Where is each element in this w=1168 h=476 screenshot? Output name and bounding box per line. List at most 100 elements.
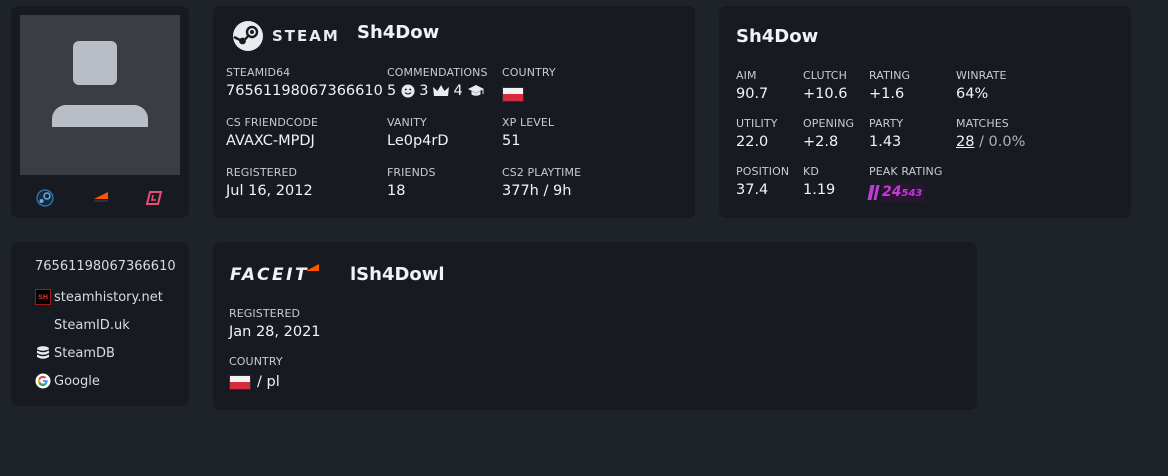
position-stat: POSITION 37.4	[736, 165, 789, 199]
kd-value: 1.19	[803, 182, 836, 198]
leetify-profile-link[interactable]	[145, 188, 165, 208]
party-stat: PARTY 1.43	[869, 117, 903, 151]
aim-stat: AIM 90.7	[736, 69, 768, 103]
teacher-count: 4	[453, 83, 463, 99]
friends-field: FRIENDS 18	[387, 166, 436, 200]
poland-flag-icon	[502, 86, 524, 102]
steamid64-value[interactable]: 76561198067366610	[226, 82, 383, 100]
clutch-label: CLUTCH	[803, 69, 847, 82]
position-label: POSITION	[736, 165, 790, 178]
friendcode-value[interactable]: AVAXC-MPDJ	[226, 132, 318, 150]
steam-icon	[36, 189, 54, 207]
faceit-registered-field: REGISTERED Jan 28, 2021	[229, 307, 321, 341]
friendcode-field: CS FRIENDCODE AVAXC-MPDJ	[226, 116, 318, 150]
rating-value: +1.6	[869, 86, 905, 102]
peak-rating-small: 543	[901, 188, 923, 199]
avatar	[20, 15, 180, 175]
steamdb-icon	[37, 346, 49, 359]
faceit-profile-link[interactable]	[91, 188, 111, 208]
xp-level-label: XP LEVEL	[502, 116, 555, 129]
steam-username: Sh4Dow	[357, 22, 440, 43]
rating-label: RATING	[869, 69, 911, 82]
commendations-field: COMMENDATIONS 5 3 4	[387, 66, 488, 100]
steam-profile-card: STEAM Sh4Dow STEAMID64 76561198067366610…	[213, 6, 695, 218]
google-link[interactable]: Google	[35, 373, 100, 389]
peak-rating-big: 24	[882, 184, 902, 200]
faceit-icon	[94, 192, 108, 202]
peak-rating-label: PEAK RATING	[869, 165, 943, 178]
opening-stat: OPENING +2.8	[803, 117, 854, 151]
vanity-field: VANITY Le0p4rD	[387, 116, 449, 150]
kd-stat: KD 1.19	[803, 165, 835, 199]
steamhistory-link[interactable]: SH steamhistory.net	[35, 289, 163, 305]
faceit-country-field: COUNTRY / pl	[229, 355, 283, 391]
smiley-icon	[401, 84, 415, 98]
steamhistory-label: steamhistory.net	[54, 289, 163, 305]
faceit-registered-label: REGISTERED	[229, 307, 301, 320]
steamdb-label: SteamDB	[54, 345, 115, 361]
poland-flag-icon	[229, 374, 251, 390]
links-steamid[interactable]: 76561198067366610	[35, 259, 176, 274]
faceit-country-value: / pl	[229, 373, 283, 391]
vanity-label: VANITY	[387, 116, 427, 129]
matches-values: 28 / 0.0%	[956, 133, 1025, 151]
utility-value: 22.0	[736, 134, 769, 150]
steamid64-label: STEAMID64	[226, 66, 291, 79]
commendations-label: COMMENDATIONS	[387, 66, 488, 79]
steamdb-link[interactable]: SteamDB	[35, 345, 115, 361]
google-icon	[35, 373, 51, 389]
steamid-uk-icon	[35, 317, 51, 333]
kd-label: KD	[803, 165, 819, 178]
friendly-count: 5	[387, 83, 397, 99]
faceit-username: lSh4Dowl	[350, 264, 445, 285]
leetify-icon	[145, 191, 163, 205]
peak-rating-badge: 24543	[867, 183, 943, 202]
playtime-value: 377h / 9h	[502, 183, 572, 199]
friends-value: 18	[387, 183, 406, 199]
utility-label: UTILITY	[736, 117, 778, 130]
playtime-label: CS2 PLAYTIME	[502, 166, 582, 179]
friends-label: FRIENDS	[387, 166, 436, 179]
faceit-brand: FACEIT	[230, 265, 309, 285]
matches-stat: MATCHES 28 / 0.0%	[956, 117, 1025, 151]
external-links-card: 76561198067366610 SH steamhistory.net St…	[11, 242, 189, 406]
position-value: 37.4	[736, 182, 769, 198]
faceit-registered-value: Jan 28, 2021	[229, 324, 321, 340]
aim-label: AIM	[736, 69, 757, 82]
opening-label: OPENING	[803, 117, 855, 130]
stats-card: Sh4Dow AIM 90.7 CLUTCH +10.6 RATING +1.6…	[719, 6, 1131, 218]
steam-profile-link[interactable]	[35, 188, 55, 208]
leader-count: 3	[419, 83, 429, 99]
friendcode-label: CS FRIENDCODE	[226, 116, 319, 129]
xp-level-value: 51	[502, 133, 521, 149]
faceit-wordmark: FACEIT	[230, 265, 310, 285]
winrate-stat: WINRATE 64%	[956, 69, 1007, 103]
steam-country-value	[502, 85, 556, 103]
steam-country-field: COUNTRY	[502, 66, 556, 103]
faceit-profile-card: FACEIT lSh4Dowl REGISTERED Jan 28, 2021 …	[213, 242, 977, 410]
vanity-value[interactable]: Le0p4rD	[387, 132, 449, 150]
party-value: 1.43	[869, 134, 902, 150]
playtime-field: CS2 PLAYTIME 377h / 9h	[502, 166, 581, 200]
steamid-uk-link[interactable]: SteamID.uk	[35, 317, 130, 333]
crown-icon	[433, 85, 450, 96]
matches-count-link[interactable]: 28	[956, 134, 974, 150]
steam-brand: STEAM	[232, 20, 340, 52]
aim-value: 90.7	[736, 86, 769, 102]
steamid-uk-label: SteamID.uk	[54, 317, 130, 333]
peak-rating-stat: PEAK RATING 24543	[867, 165, 943, 202]
steamid64-field: STEAMID64 76561198067366610	[226, 66, 383, 100]
steam-logo-icon	[233, 21, 263, 51]
registered-label: REGISTERED	[226, 166, 298, 179]
registered-value: Jul 16, 2012	[226, 183, 313, 199]
xp-level-field: XP LEVEL 51	[502, 116, 554, 150]
faceit-logo-icon	[306, 264, 319, 271]
peak-rating-value: 24543	[881, 183, 926, 202]
utility-stat: UTILITY 22.0	[736, 117, 778, 151]
faceit-country-code: / pl	[257, 374, 280, 390]
matches-label: MATCHES	[956, 117, 1009, 130]
registered-field: REGISTERED Jul 16, 2012	[226, 166, 313, 200]
opening-value: +2.8	[803, 134, 839, 150]
avatar-card	[11, 6, 189, 218]
peak-rating-stripe	[873, 185, 880, 200]
